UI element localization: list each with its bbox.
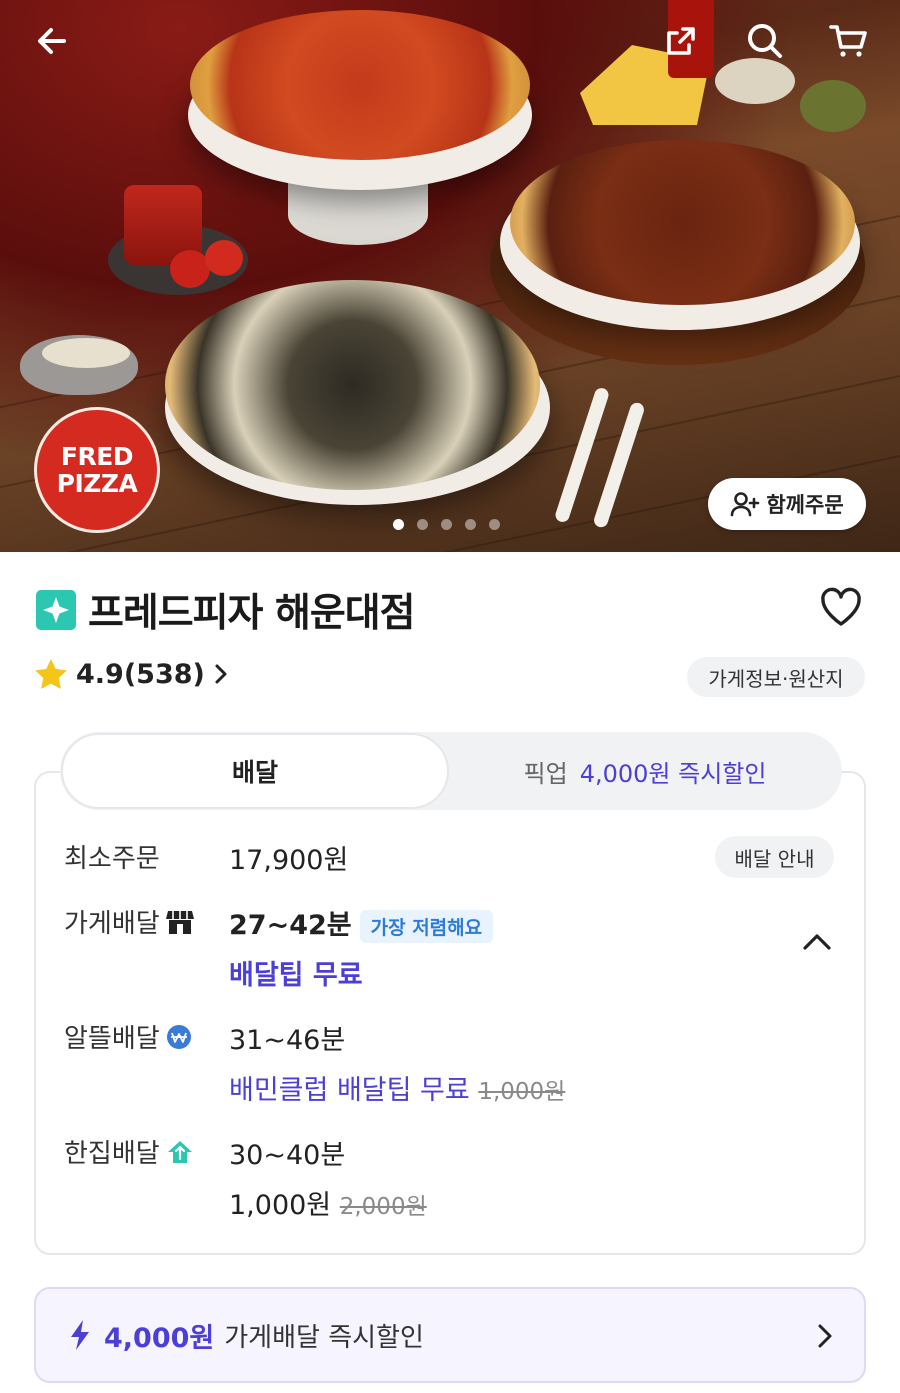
search-icon: [748, 24, 782, 58]
carousel-dot: [393, 519, 404, 530]
share-icon: [667, 27, 695, 55]
tab-delivery-label: 배달: [231, 758, 278, 787]
share-button[interactable]: [656, 16, 706, 66]
discount-text: 가게배달 즉시할인: [224, 1322, 424, 1353]
together-order-label: 함께주문: [766, 493, 844, 517]
single-delivery-time: 30~40분: [229, 1140, 346, 1171]
single-delivery-fee-row: 1,000원 2,000원: [229, 1183, 427, 1222]
saver-delivery-fee: 배민클럽 배달팁 무료: [229, 1075, 470, 1106]
logo-text-line1: FRED: [60, 442, 134, 471]
saver-delivery-label-text: 알뜰배달: [64, 1024, 160, 1054]
star-icon: [35, 659, 67, 689]
delivery-guide-button[interactable]: 배달 안내: [715, 836, 834, 878]
single-delivery-original-fee: 2,000원: [339, 1194, 427, 1220]
cart-button[interactable]: [823, 16, 873, 66]
pizza-bacon: [190, 10, 530, 160]
saver-delivery-fee-row: 배민클럽 배달팁 무료 1,000원: [229, 1068, 565, 1107]
tab-pickup-promo: 4,000원 즉시할인: [579, 759, 767, 788]
sparkle-badge-icon: [36, 590, 76, 630]
tomato: [170, 250, 210, 288]
pizza-seaweed: [165, 280, 540, 490]
hero-image-carousel[interactable]: FRED PIZZA 함께주문: [0, 0, 900, 552]
search-button[interactable]: [740, 16, 790, 66]
min-order-value: 17,900원: [229, 845, 349, 876]
chevron-right-icon: [215, 664, 227, 684]
single-delivery-label-text: 한집배달: [64, 1139, 160, 1169]
favorite-button[interactable]: [819, 586, 863, 632]
chevron-up-icon: [803, 934, 831, 950]
tomato: [205, 240, 243, 276]
instant-discount-banner[interactable]: 4,000원 가게배달 즉시할인: [34, 1287, 866, 1383]
back-button[interactable]: [27, 16, 77, 66]
carousel-dot: [489, 519, 500, 530]
arrow-left-icon: [38, 28, 66, 54]
collapse-button[interactable]: [802, 932, 832, 956]
home-arrow-icon: [167, 1140, 192, 1163]
store-delivery-label-text: 가게배달: [64, 909, 160, 939]
carousel-dot: [465, 519, 476, 530]
lightning-icon: [71, 1320, 89, 1350]
cart-icon: [829, 25, 867, 57]
rating-value: 4.9(538): [76, 658, 205, 690]
store-info-button[interactable]: 가게정보·원산지: [687, 657, 865, 697]
logo-text-line2: PIZZA: [56, 469, 138, 498]
cream-sauce: [42, 338, 130, 368]
pizza-bulgogi: [510, 140, 855, 305]
store-name: 프레드피자 해운대점: [88, 591, 415, 636]
rating-link[interactable]: 4.9(538): [34, 658, 229, 690]
min-order-label-text: 최소주문: [64, 844, 160, 874]
saver-delivery-label: 알뜰배달: [64, 1018, 192, 1055]
store-delivery-time: 27~42분 가장 저렴해요: [229, 903, 494, 943]
store-title-row: 프레드피자 해운대점: [36, 582, 415, 638]
chevron-right-icon: [818, 1324, 832, 1348]
store-delivery-label: 가게배달: [64, 903, 194, 940]
store-delivery-time-text: 27~42분: [229, 910, 352, 941]
saver-delivery-original-fee: 1,000원: [478, 1079, 566, 1105]
single-delivery-label: 한집배달: [64, 1133, 194, 1170]
heart-icon: [821, 587, 861, 626]
min-order-label: 최소주문: [64, 838, 160, 875]
tab-delivery[interactable]: 배달: [61, 733, 449, 809]
discount-amount: 4,000원: [104, 1322, 215, 1354]
add-person-icon: [731, 492, 760, 517]
store-delivery-fee: 배달팁 무료: [229, 960, 363, 991]
tab-pickup-label: 픽업: [523, 759, 568, 788]
tab-pickup[interactable]: 픽업 4,000원 즉시할인: [449, 733, 841, 809]
together-order-button[interactable]: 함께주문: [708, 478, 866, 530]
brand-logo: FRED PIZZA: [34, 407, 160, 533]
pickle-bowl: [800, 80, 866, 132]
saver-delivery-time: 31~46분: [229, 1025, 346, 1056]
carousel-dot: [441, 519, 452, 530]
cheapest-tag: 가장 저렴해요: [359, 910, 494, 943]
storefront-icon: [165, 910, 194, 934]
won-coin-icon: [166, 1024, 191, 1049]
carousel-dot: [417, 519, 428, 530]
carousel-indicator: [393, 519, 500, 530]
single-delivery-fee: 1,000원: [229, 1190, 332, 1221]
